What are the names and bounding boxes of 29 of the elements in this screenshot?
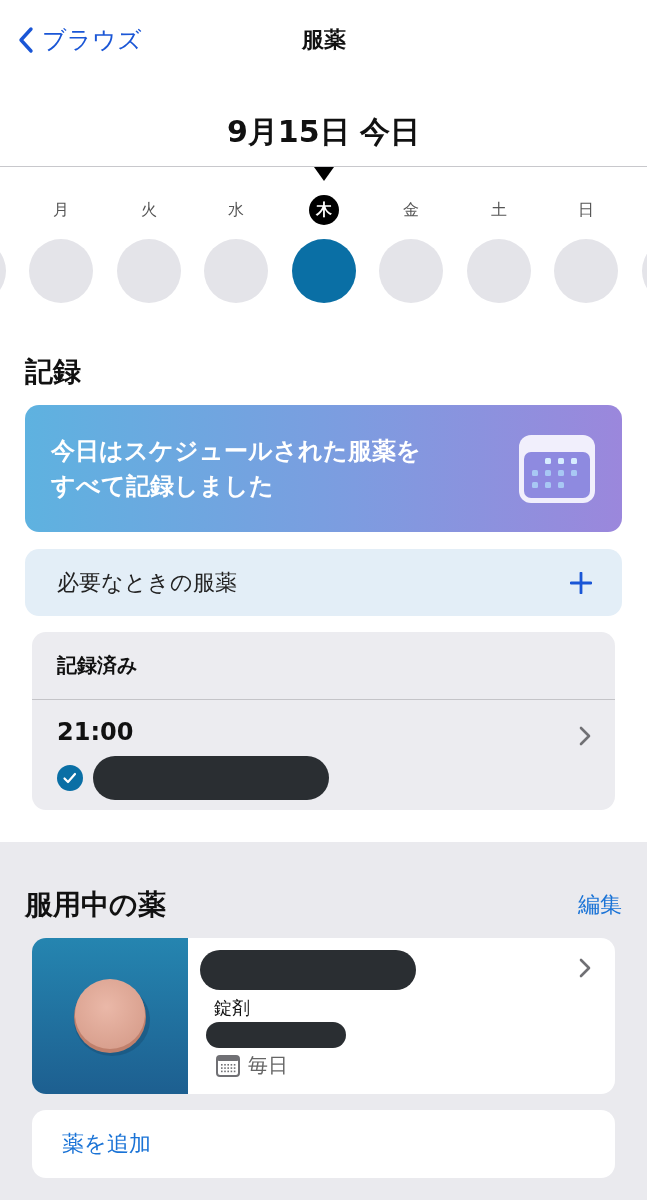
weekday-label: 土	[489, 198, 508, 221]
weekday-label: 金	[402, 198, 420, 221]
calendar-icon	[518, 433, 596, 504]
add-medication-button[interactable]: 薬を追加	[32, 1110, 615, 1178]
weekday-label: 木	[308, 195, 339, 225]
as-needed-label: 必要なときの服薬	[57, 568, 237, 597]
calendar-icon	[216, 1054, 240, 1077]
weekday-label: 月	[52, 198, 70, 221]
banner-text: 今日はスケジュールされた服薬をすべて記録しました	[51, 435, 422, 502]
weekday-label: 火	[139, 198, 158, 221]
date-title: 9月15日 今日	[225, 113, 422, 151]
nav-title: 服薬	[301, 26, 346, 54]
section-heading: 服用中の薬	[25, 887, 166, 923]
weekday-label: 水	[227, 198, 245, 221]
dosage-form: 錠剤	[214, 996, 251, 1020]
logged-heading: 記録済み	[32, 632, 615, 700]
log-time: 21:00	[57, 718, 135, 746]
schedule-text: 毎日	[248, 1052, 288, 1079]
weekday-label: 日	[577, 198, 595, 221]
plus-icon	[570, 571, 592, 594]
as-needed-row[interactable]: 必要なときの服薬	[25, 549, 622, 616]
back-button[interactable]: ブラウズ	[18, 24, 142, 56]
pointer-icon	[313, 167, 334, 181]
edit-link[interactable]: 編集	[578, 890, 622, 920]
chevron-icon	[579, 958, 591, 978]
section-heading: 記録	[25, 354, 82, 390]
medication-card[interactable]: 錠剤 毎日	[32, 938, 615, 1094]
back-chevron-icon	[18, 26, 34, 54]
chevron-icon	[579, 726, 591, 746]
